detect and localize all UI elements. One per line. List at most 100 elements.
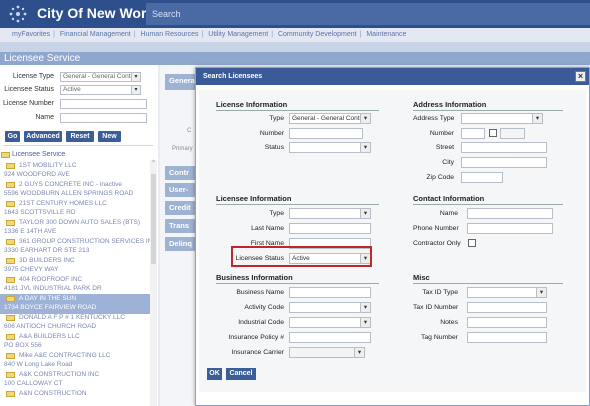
contact-name-input[interactable] <box>467 208 553 219</box>
menu-item-financial[interactable]: Financial Management <box>60 31 131 38</box>
license-number-input[interactable] <box>60 99 147 109</box>
industrial-code-label: Industrial Code <box>238 319 284 326</box>
c-label: C <box>187 128 192 134</box>
activity-code-label: Activity Code <box>244 304 284 311</box>
licensee-type-select[interactable]: ▾ <box>289 208 371 219</box>
zip-code-input[interactable] <box>461 172 503 183</box>
go-button[interactable]: Go <box>5 131 20 142</box>
list-item[interactable]: 404 ROOFROOF INC 4181 JVL INDUSTRIAL PARK… <box>0 275 150 295</box>
tax-id-number-input[interactable] <box>467 302 547 313</box>
licensee-address: 606 ANTIOCH CHURCH ROAD <box>4 323 97 330</box>
license-number-input[interactable] <box>289 128 363 139</box>
address-number-input[interactable] <box>461 128 485 139</box>
licensee-name: 21ST CENTURY HOMES LLC <box>19 200 107 207</box>
address-type-label: Address Type <box>413 115 455 122</box>
new-button[interactable]: New <box>98 131 121 142</box>
tab-trans[interactable]: Trans <box>165 219 195 233</box>
chevron-down-icon: ▾ <box>360 143 370 152</box>
scroll-up-icon[interactable]: ^ <box>150 160 157 168</box>
tab-user[interactable]: User- <box>165 183 195 197</box>
tree-root[interactable]: Licensee Service <box>0 151 150 160</box>
insurance-policy-input[interactable] <box>289 332 371 343</box>
advanced-button[interactable]: Advanced <box>24 131 62 142</box>
scroll-thumb[interactable] <box>151 174 156 264</box>
service-title: Licensee Service <box>0 52 590 65</box>
business-name-label: Business Name <box>236 289 284 296</box>
street-input[interactable] <box>461 142 547 153</box>
license-type-select[interactable]: General - General Contr ▾ <box>60 72 141 82</box>
primary-label: Primary <box>172 146 193 152</box>
tax-id-type-label: Tax ID Type <box>422 289 458 296</box>
cancel-button[interactable]: Cancel <box>226 368 256 380</box>
folder-icon <box>6 296 15 302</box>
reset-button[interactable]: Reset <box>66 131 94 142</box>
street-label: Street <box>435 144 454 151</box>
close-icon[interactable]: × <box>575 71 586 82</box>
list-item[interactable]: A&K CONSTRUCTION INC 100 CALLOWAY CT <box>0 370 150 390</box>
notes-label: Notes <box>440 319 458 326</box>
global-search-input[interactable]: Search <box>146 3 590 25</box>
licensee-status-select[interactable]: Active ▾ <box>60 85 141 95</box>
tag-number-input[interactable] <box>467 332 547 343</box>
licensee-name: A&N CONSTRUCTION <box>19 390 87 397</box>
list-item[interactable]: 361 GROUP CONSTRUCTION SERVICES INC 3330 … <box>0 237 150 257</box>
menu-item-hr[interactable]: Human Resources <box>141 31 199 38</box>
address-type-select[interactable]: ▾ <box>461 113 543 124</box>
contractor-only-label: Contractor Only <box>413 240 461 247</box>
tab-credit[interactable]: Credit <box>165 201 195 215</box>
ok-button[interactable]: OK <box>207 368 222 380</box>
contractor-only-checkbox[interactable] <box>468 239 476 247</box>
activity-code-select[interactable]: ▾ <box>289 302 371 313</box>
divider <box>413 283 563 284</box>
folder-icon <box>6 239 15 245</box>
licensee-info-heading: Licensee Information <box>216 194 292 203</box>
chevron-down-icon: ▾ <box>131 73 140 81</box>
licensee-address: 5596 WOODBURN ALLEN SPRINGS ROAD <box>4 190 134 197</box>
contact-info-heading: Contact Information <box>413 194 485 203</box>
list-item[interactable]: 3D BUILDERS INC 3975 CHEVY WAY <box>0 256 150 276</box>
list-item[interactable]: 21ST CENTURY HOMES LLC 1643 SCOTTSVILLE R… <box>0 199 150 219</box>
license-status-select[interactable]: ▾ <box>289 142 371 153</box>
folder-icon <box>6 258 15 264</box>
tab-contr[interactable]: Contr <box>165 166 195 180</box>
menu-item-favorites[interactable]: myFavorites <box>12 31 50 38</box>
city-input[interactable] <box>461 157 547 168</box>
list-item[interactable]: DONALD A F P # 1 KENTUCKY LLC 606 ANTIOCH… <box>0 313 150 333</box>
business-name-input[interactable] <box>289 287 371 298</box>
licensee-status-value: Active <box>63 86 81 93</box>
main-menu: myFavorites | Financial Management | Human… <box>0 28 590 42</box>
list-item[interactable]: A&A BUILDERS LLC PO BOX 556 <box>0 332 150 352</box>
phone-number-label: Phone Number <box>413 225 459 232</box>
address-number-checkbox[interactable] <box>489 129 497 137</box>
tab-delinq[interactable]: Delinq <box>165 237 195 251</box>
name-input[interactable] <box>60 113 147 123</box>
folder-icon <box>6 220 15 226</box>
licensee-name: Mike A&E CONTRACTING LLC <box>19 352 111 359</box>
chevron-down-icon: ▾ <box>360 114 370 123</box>
tab-general[interactable]: General <box>165 74 195 90</box>
licensee-address: PO BOX 556 <box>4 342 42 349</box>
logo-icon <box>9 5 27 23</box>
list-item[interactable]: TAYLOR 300 DOWN AUTO SALES (BTS) 1336 E 1… <box>0 218 150 238</box>
phone-number-input[interactable] <box>467 223 553 234</box>
industrial-code-select[interactable]: ▾ <box>289 317 371 328</box>
list-item[interactable]: 1ST MOBILITY LLC 924 WOODFORD AVE <box>0 161 150 181</box>
divider <box>3 145 153 146</box>
license-type-select[interactable]: General - General Contr ▾ <box>289 113 371 124</box>
insurance-carrier-label: Insurance Carrier <box>231 349 284 356</box>
menu-item-community[interactable]: Community Development <box>278 31 357 38</box>
insurance-carrier-select: ▾ <box>289 347 365 358</box>
licensee-address: 3975 CHEVY WAY <box>4 266 59 273</box>
menu-item-maintenance[interactable]: Maintenance <box>366 31 406 38</box>
tree-root-label: Licensee Service <box>12 151 66 158</box>
tax-id-type-select[interactable]: ▾ <box>467 287 547 298</box>
list-item[interactable]: A&N CONSTRUCTION <box>0 389 150 406</box>
notes-input[interactable] <box>467 317 547 328</box>
left-scrollbar[interactable]: ^ <box>150 160 157 406</box>
list-item[interactable]: Mike A&E CONTRACTING LLC 840 W Long Lake … <box>0 351 150 371</box>
menu-item-utility[interactable]: Utility Management <box>208 31 268 38</box>
chevron-down-icon: ▾ <box>360 318 370 327</box>
list-item[interactable]: 2 GUYS CONCRETE INC - inactive 5596 WOODB… <box>0 180 150 200</box>
list-item[interactable]: A DAY IN THE SUN 1734 BOYCE FAIRVIEW ROAD <box>0 294 150 314</box>
last-name-input[interactable] <box>289 223 371 234</box>
